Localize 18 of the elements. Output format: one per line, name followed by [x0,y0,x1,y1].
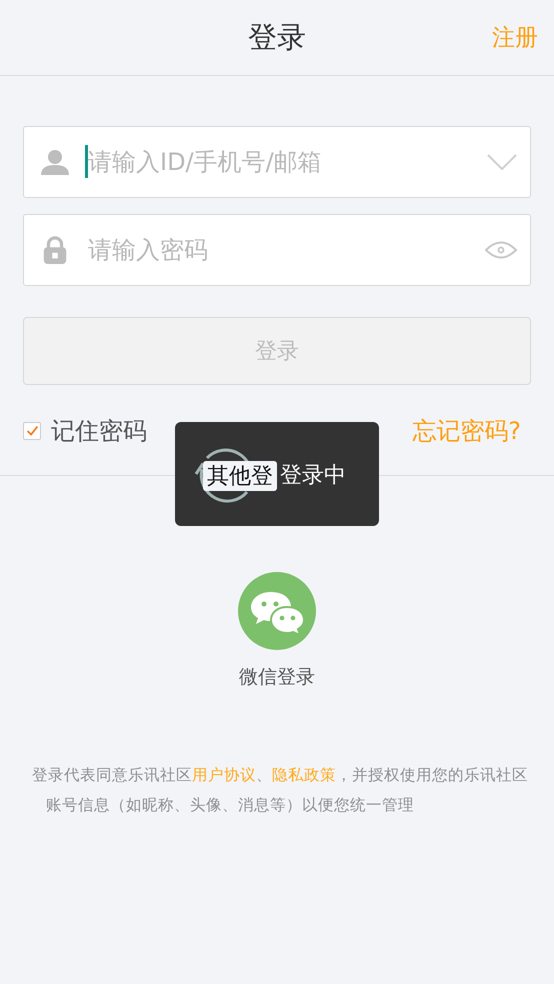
agreement-text: 登录代表同意乐讯社区用户协议、隐私政策，并授权使用您的乐讯社区 账号信息（如昵称、头像、消息等）以便您统一管理 [31,765,529,816]
forgot-password-link[interactable]: 忘记密码? [412,415,521,447]
register-link[interactable]: 注册 [492,22,538,53]
remember-label: 记住密码 [51,416,147,447]
person-icon [40,148,70,176]
username-field[interactable]: 请输入ID/手机号/邮箱 [23,126,531,198]
chat-bubbles-icon[interactable] [238,572,316,650]
chevron-down-icon[interactable] [487,154,517,170]
eye-icon[interactable] [485,241,517,259]
page-title: 登录 [248,18,306,56]
divider-label: 其他登 [203,461,277,491]
agreement-link[interactable]: 隐私政策 [272,766,336,784]
toast-text: 登录中 [280,462,346,490]
password-field[interactable]: 请输入密码 [23,214,531,286]
wechat-login-label: 微信登录 [239,665,315,690]
checkmark-icon [24,423,40,439]
remember-checkbox[interactable] [23,422,41,440]
agreement-link[interactable]: 用户协议 [192,766,256,784]
